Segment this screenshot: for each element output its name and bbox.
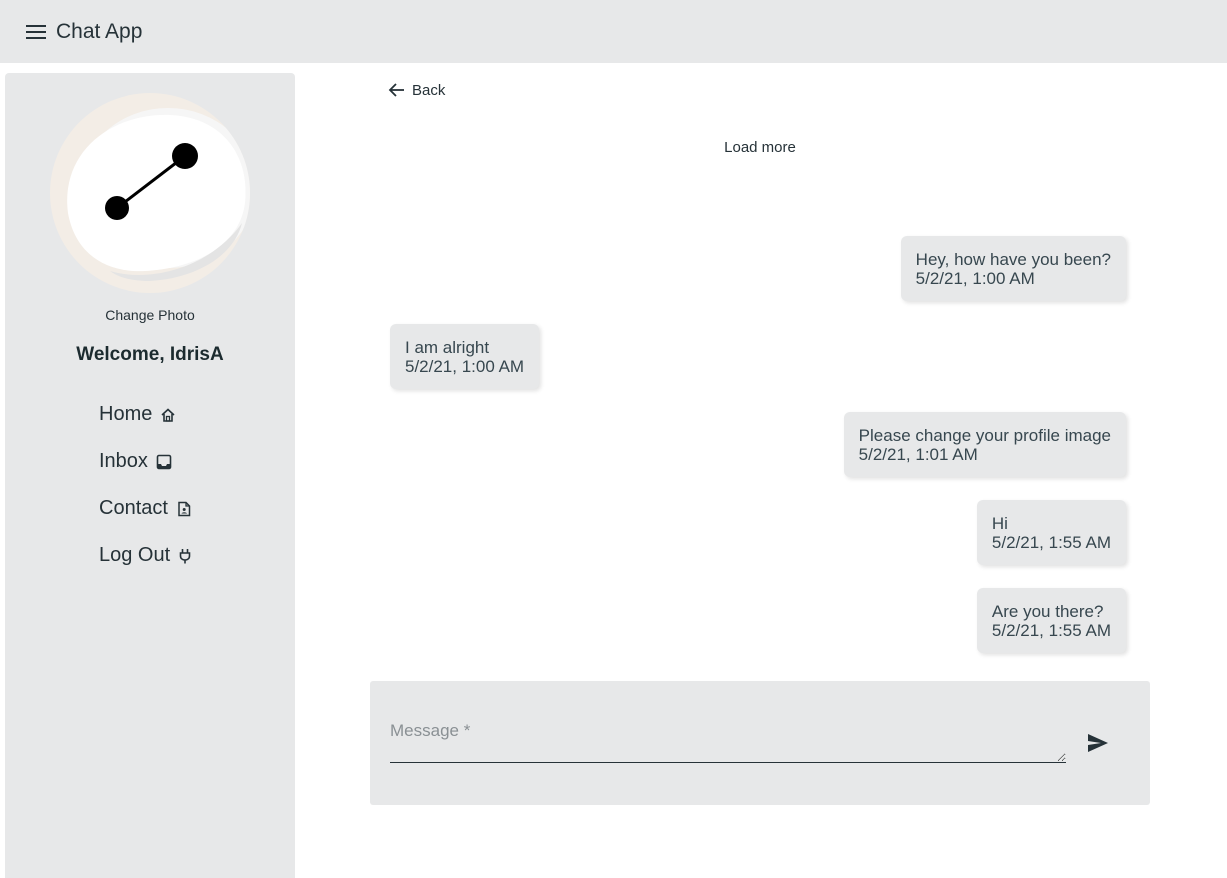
sidebar-item-label: Home (99, 403, 153, 425)
message-time: 5/2/21, 1:55 AM (991, 621, 1111, 640)
message-row: Hi 5/2/21, 1:55 AM (390, 500, 1126, 588)
back-label: Back (412, 81, 446, 99)
message-text: Hey, how have you been? (915, 250, 1111, 269)
message-bubble: Please change your profile image 5/2/21,… (843, 412, 1126, 477)
sidebar-nav: Home Inbox Contact Log Out (99, 391, 192, 579)
welcome-text: Welcome, IdrisA (76, 344, 224, 365)
arrow-left-icon (388, 83, 404, 97)
message-text: Hi (991, 514, 1008, 533)
message-list: Hey, how have you been? 5/2/21, 1:00 AM … (390, 236, 1126, 676)
back-button[interactable]: Back (388, 81, 445, 99)
send-icon (1088, 734, 1108, 752)
sidebar-item-inbox[interactable]: Inbox (99, 438, 192, 485)
message-time: 5/2/21, 1:00 AM (915, 269, 1035, 288)
change-photo-link[interactable]: Change Photo (5, 307, 295, 323)
message-row: Are you there? 5/2/21, 1:55 AM (390, 588, 1126, 676)
load-more-button[interactable]: Load more (370, 139, 1150, 156)
sidebar-item-logout[interactable]: Log Out (99, 532, 192, 579)
message-row: Please change your profile image 5/2/21,… (390, 412, 1126, 500)
plug-icon (178, 548, 192, 564)
avatar[interactable] (50, 93, 250, 293)
message-composer (370, 681, 1150, 805)
sidebar-item-contact[interactable]: Contact (99, 485, 192, 532)
message-input[interactable] (390, 715, 1066, 763)
sidebar-item-label: Inbox (99, 450, 148, 472)
menu-icon[interactable] (24, 20, 48, 44)
home-icon (160, 407, 176, 423)
chat-panel: Back Load more Hey, how have you been? 5… (370, 63, 1150, 878)
message-time: 5/2/21, 1:55 AM (991, 533, 1111, 552)
message-text: Are you there? (991, 602, 1104, 621)
message-time: 5/2/21, 1:01 AM (858, 445, 978, 464)
contact-icon (176, 501, 192, 517)
app-title: Chat App (56, 19, 143, 43)
inbox-icon (156, 454, 172, 470)
message-row: Hey, how have you been? 5/2/21, 1:00 AM (390, 236, 1126, 324)
sidebar-item-home[interactable]: Home (99, 391, 192, 438)
sidebar-item-label: Log Out (99, 544, 171, 566)
message-bubble: I am alright 5/2/21, 1:00 AM (390, 324, 540, 389)
sidebar-item-label: Contact (99, 497, 168, 519)
message-text: Please change your profile image (858, 426, 1111, 445)
sidebar: Change Photo Welcome, IdrisA Home Inbox … (5, 73, 295, 878)
message-bubble: Are you there? 5/2/21, 1:55 AM (976, 588, 1126, 653)
message-bubble: Hey, how have you been? 5/2/21, 1:00 AM (900, 236, 1126, 301)
send-button[interactable] (1084, 729, 1112, 757)
message-bubble: Hi 5/2/21, 1:55 AM (976, 500, 1126, 565)
message-time: 5/2/21, 1:00 AM (405, 357, 525, 376)
app-bar: Chat App (0, 0, 1227, 63)
message-text: I am alright (405, 338, 490, 357)
message-row: I am alright 5/2/21, 1:00 AM (390, 324, 1126, 412)
